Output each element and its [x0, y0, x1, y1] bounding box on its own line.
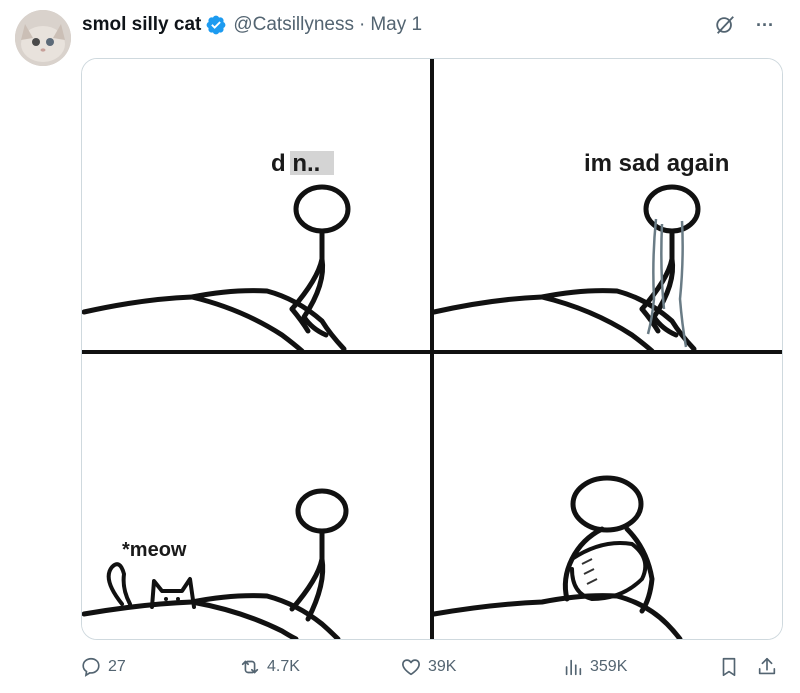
- header-actions: ···: [712, 12, 778, 38]
- comic-image: d n.. im sad again *meow: [82, 59, 782, 639]
- repost-count: 4.7K: [267, 658, 300, 675]
- share-icon: [758, 657, 776, 675]
- bookmark-icon: [722, 657, 736, 677]
- separator-dot: ·: [359, 14, 366, 35]
- avatar[interactable]: [15, 10, 71, 66]
- more-options-icon[interactable]: ···: [752, 12, 778, 38]
- repost-button[interactable]: 4.7K: [239, 652, 300, 682]
- panel-3-text: *meow: [122, 539, 187, 561]
- verified-badge-icon: [205, 14, 227, 36]
- like-count: 39K: [428, 658, 457, 675]
- views-chart-icon: [565, 659, 582, 676]
- repost-icon: [241, 660, 259, 674]
- bookmark-button[interactable]: [718, 652, 746, 682]
- post-media[interactable]: d n.. im sad again *meow: [81, 58, 783, 640]
- views-count: 359K: [590, 658, 628, 675]
- post-actions: 27 4.7K 39K 359K: [76, 652, 782, 682]
- views-button[interactable]: 359K: [562, 652, 627, 682]
- cat-avatar-image: [15, 10, 71, 66]
- share-button[interactable]: [756, 652, 784, 682]
- grok-icon[interactable]: [712, 12, 738, 38]
- reply-icon: [82, 657, 100, 677]
- reply-button[interactable]: 27: [80, 652, 126, 682]
- heart-icon: [402, 659, 420, 676]
- post-date[interactable]: May 1: [370, 14, 422, 36]
- post-header: smol silly cat @Catsillyness · May 1: [82, 12, 422, 38]
- author-handle[interactable]: @Catsillyness: [233, 14, 354, 36]
- reply-count: 27: [108, 658, 126, 675]
- author-name[interactable]: smol silly cat: [82, 14, 201, 36]
- panel-2-text: im sad again: [584, 150, 729, 177]
- panel-1-text: d n..: [271, 150, 320, 177]
- like-button[interactable]: 39K: [400, 652, 456, 682]
